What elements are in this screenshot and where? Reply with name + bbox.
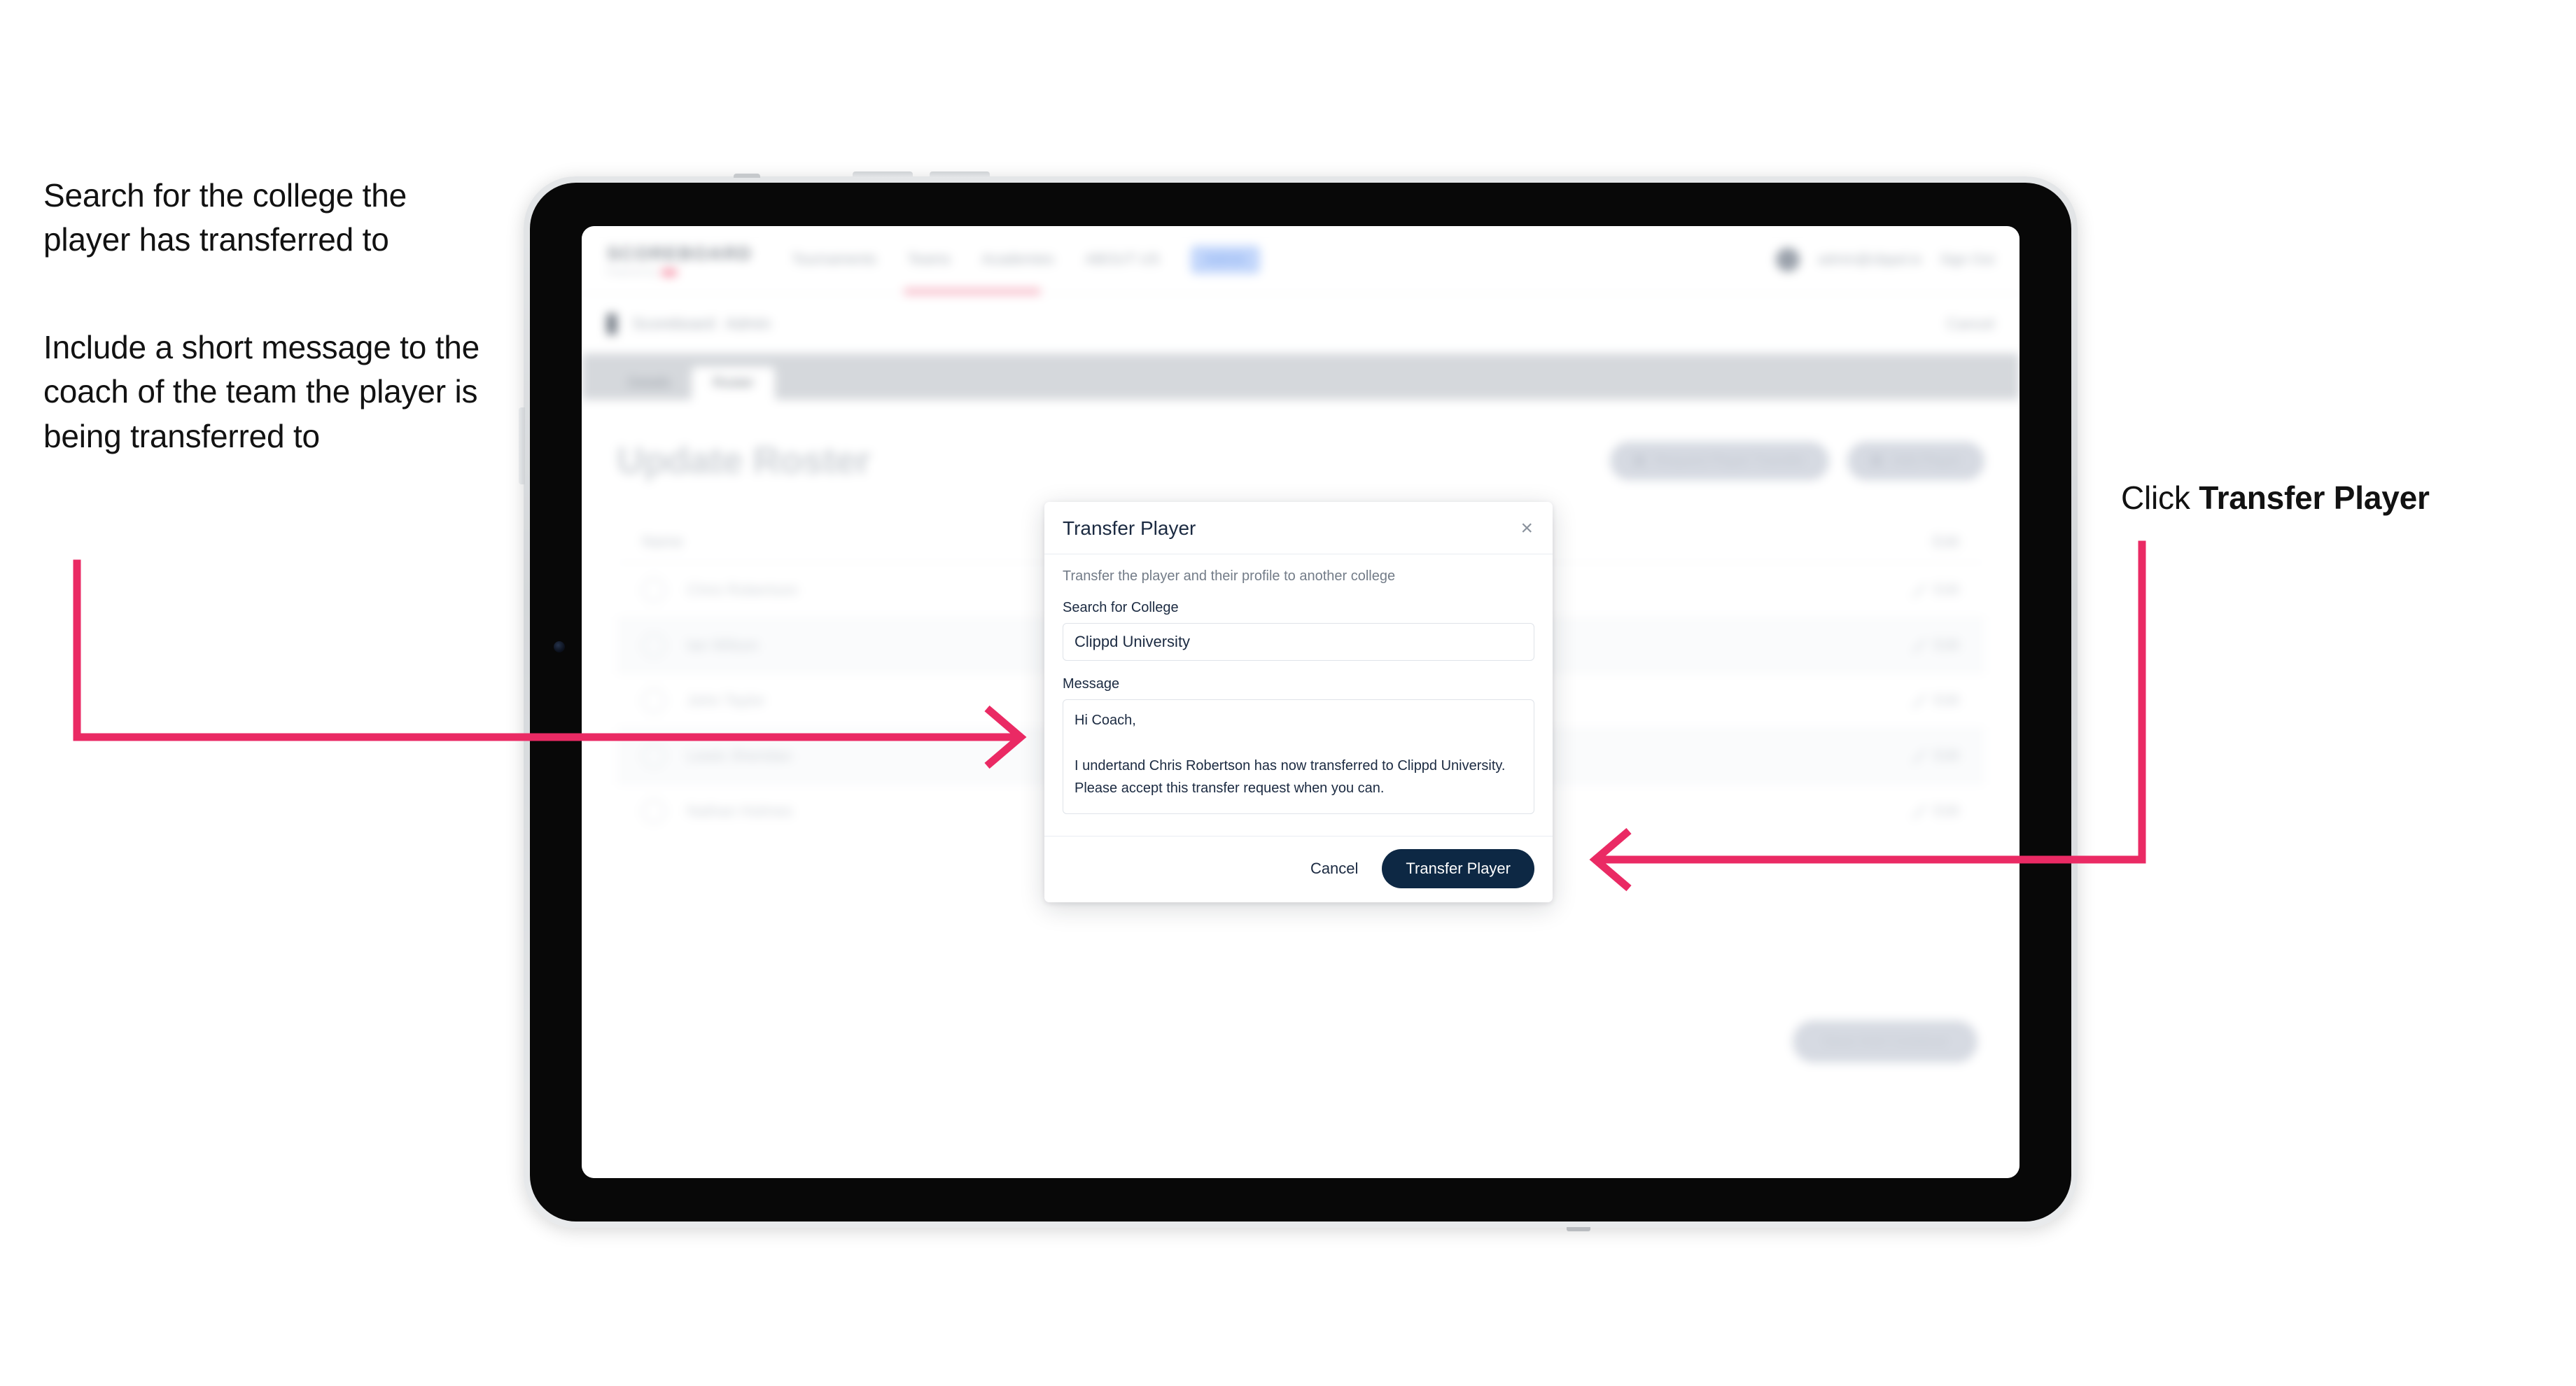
volume-up-button[interactable] [853,172,913,178]
row-player-name: Chris Robertson [687,581,798,598]
row-edit-label: Edit [1933,692,1959,708]
close-icon[interactable]: × [1519,518,1534,539]
save-and-continue-button[interactable]: Save And Continue [1793,1021,1977,1063]
section-tabs: Details Roster [582,354,2019,400]
nav-item-tournaments[interactable]: Tournaments [792,251,876,268]
row-edit-label: Edit [1933,637,1959,653]
row-player-name: Ian Wilson [687,636,759,654]
brand-logo[interactable]: SCOREBOARD Powered by [607,243,752,276]
pencil-icon [1911,804,1926,818]
row-edit-button[interactable]: Edit [1911,748,1959,764]
annotation-click-target: Transfer Player [2199,479,2430,516]
cancel-button[interactable]: Cancel [1308,854,1361,883]
dialog-body: Transfer the player and their profile to… [1044,554,1553,836]
row-edit-button[interactable]: Edit [1911,692,1959,709]
college-field-label: Search for College [1063,600,1179,615]
message-textarea[interactable]: Hi Coach, I undertand Chris Robertson ha… [1063,699,1534,814]
account-email: admin@clippd.io [1818,251,1922,267]
pencil-icon [1911,583,1926,597]
topbar-account-area: admin@clippd.io Sign Out [1776,248,1994,272]
row-edit-label: Edit [1933,803,1959,819]
message-field-label: Message [1063,676,1120,692]
front-camera-icon [554,641,565,652]
nav-item-academies[interactable]: Academies [981,251,1054,268]
pencil-icon [1911,694,1926,708]
breadcrumb: Scoreboard Admin Cancel [582,293,2019,354]
row-edit-button[interactable]: Edit [1911,582,1959,598]
row-avatar [642,634,666,657]
request-player-transfer-button[interactable]: Request Player Transfer [1609,441,1830,480]
annotation-include-message: Include a short message to the coach of … [43,329,480,454]
row-edit-button[interactable]: Edit [1911,637,1959,654]
nav-item-teams[interactable]: Teams [907,251,951,268]
brand-mark-icon [662,269,678,276]
annotation-search-college: Search for the college the player has tr… [43,177,407,258]
add-player-button[interactable]: Add Player [1847,441,1984,480]
nav-active-underline [904,288,1041,295]
nav-item-about-us[interactable]: ABOUT US [1085,251,1160,268]
pencil-icon [1911,638,1926,652]
transfer-icon [1633,455,1645,466]
power-button[interactable] [519,407,525,484]
breadcrumb-sublabel: Admin [724,314,771,332]
row-edit-label: Edit [1933,582,1959,598]
breadcrumb-label[interactable]: Scoreboard [632,314,715,333]
sign-out-button[interactable]: Sign Out [1940,252,1994,268]
row-avatar [642,799,666,823]
breadcrumb-icon [607,313,617,335]
row-player-name: Nathan Holmes [687,802,793,820]
tab-details[interactable]: Details [607,367,692,400]
volume-down-button[interactable] [930,172,990,178]
avatar[interactable] [1776,248,1800,272]
dialog-description: Transfer the player and their profile to… [1063,568,1396,584]
row-avatar [642,689,666,713]
dialog-footer: Cancel Transfer Player [1044,836,1553,902]
app-topbar: SCOREBOARD Powered by Tournaments Teams … [582,226,2019,295]
row-player-name: John Taylor [687,692,766,709]
transfer-player-button[interactable]: Transfer Player [1382,849,1534,888]
microphone-port [734,174,760,178]
row-player-name: Lewis Sheridan [687,747,792,764]
row-avatar [642,578,666,602]
annotation-click-prefix: Click [2121,479,2199,516]
page-title: Update Roster [617,440,871,482]
page-header: Update Roster Request Player Transfer Ad… [617,439,1984,482]
roster-col-name: Name [642,533,683,550]
roster-col-action: Edit [1933,533,1959,550]
page-footer: Save And Continue [617,1021,1984,1063]
speaker-grille [1567,1227,1590,1231]
breadcrumb-cancel-button[interactable]: Cancel [1947,315,1994,333]
search-college-input[interactable] [1063,623,1534,661]
dialog-header: Transfer Player × [1044,502,1553,554]
brand-powered-by: Powered by [607,268,658,276]
request-player-transfer-label: Request Player Transfer [1654,452,1806,468]
row-avatar [642,744,666,768]
add-player-label: Add Player [1892,452,1961,468]
pencil-icon [1911,749,1926,763]
nav-item-admin[interactable]: Admin [1190,246,1261,274]
brand-wordmark: SCOREBOARD [607,243,752,264]
row-edit-button[interactable]: Edit [1911,803,1959,820]
brand-subtitle: Powered by [607,268,752,276]
transfer-player-dialog: Transfer Player × Transfer the player an… [1044,502,1553,902]
dialog-title: Transfer Player [1063,517,1196,539]
plus-icon [1871,455,1883,466]
annotation-click-transfer: Click Transfer Player [2121,476,2555,520]
primary-nav: Tournaments Teams Academies ABOUT US Adm… [792,246,1261,274]
page-actions: Request Player Transfer Add Player [1609,441,1984,480]
tab-roster[interactable]: Roster [692,367,776,400]
row-edit-label: Edit [1933,748,1959,764]
